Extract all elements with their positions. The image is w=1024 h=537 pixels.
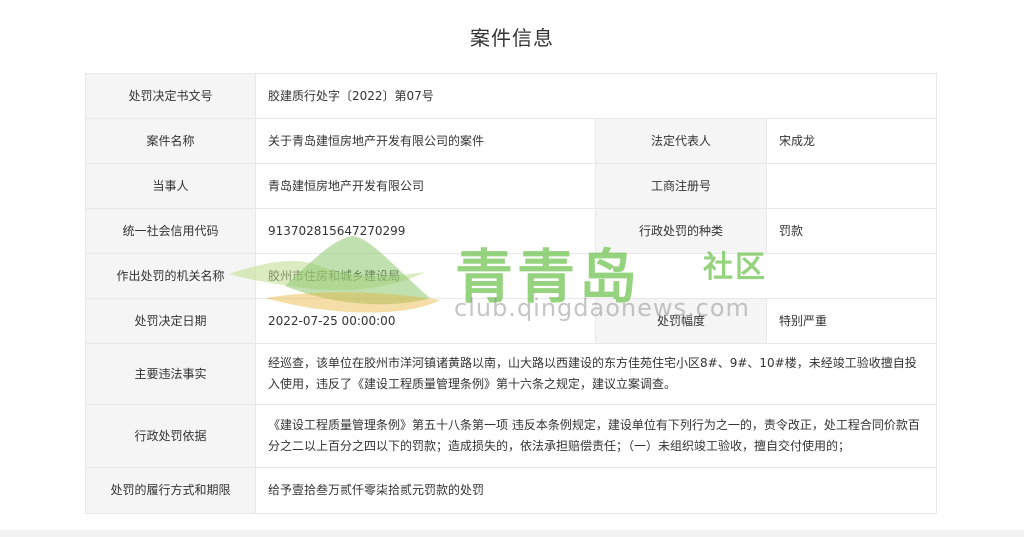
row-decision-date: 处罚决定日期 2022-07-25 00:00:00 处罚幅度 特别严重: [85, 298, 938, 344]
decision-date-label: 处罚决定日期: [85, 298, 256, 344]
decision-no-value: 胶建质行处字〔2022〕第07号: [254, 73, 938, 119]
basis-value: 《建设工程质量管理条例》第五十八条第一项 违反本条例规定，建设单位有下列行为之一…: [254, 404, 938, 468]
biz-reg-value: [765, 163, 938, 209]
execution-value: 给予壹拾叁万贰仟零柒拾贰元罚款的处罚: [254, 467, 938, 514]
row-authority: 作出处罚的机关名称 胶州市住房和城乡建设局: [85, 253, 938, 299]
row-facts: 主要违法事实 经巡查，该单位在胶州市洋河镇诸黄路以南，山大路以西建设的东方佳苑住…: [85, 343, 938, 405]
legal-rep-value: 宋成龙: [765, 118, 938, 164]
penalty-range-label: 处罚幅度: [595, 298, 767, 344]
page-title: 案件信息: [470, 26, 554, 50]
facts-value: 经巡查，该单位在胶州市洋河镇诸黄路以南，山大路以西建设的东方佳苑住宅小区8#、9…: [254, 343, 938, 405]
credit-code-label: 统一社会信用代码: [85, 208, 256, 254]
party-value: 青岛建恒房地产开发有限公司: [255, 163, 596, 209]
row-party: 当事人 青岛建恒房地产开发有限公司 工商注册号: [85, 163, 938, 209]
authority-label: 作出处罚的机关名称: [85, 253, 256, 299]
biz-reg-label: 工商注册号: [595, 163, 767, 209]
case-name-value: 关于青岛建恒房地产开发有限公司的案件: [255, 118, 596, 164]
row-execution: 处罚的履行方式和期限 给予壹拾叁万贰仟零柒拾贰元罚款的处罚: [85, 467, 938, 514]
credit-code-value: 913702815647270299: [255, 208, 596, 254]
party-label: 当事人: [85, 163, 256, 209]
legal-rep-label: 法定代表人: [595, 118, 767, 164]
basis-label: 行政处罚依据: [85, 404, 256, 468]
execution-label: 处罚的履行方式和期限: [85, 467, 256, 514]
facts-label: 主要违法事实: [85, 343, 256, 405]
penalty-range-value: 特别严重: [765, 298, 938, 344]
decision-no-label: 处罚决定书文号: [85, 73, 256, 119]
authority-value: 胶州市住房和城乡建设局: [254, 253, 938, 299]
penalty-type-label: 行政处罚的种类: [595, 208, 767, 254]
row-basis: 行政处罚依据 《建设工程质量管理条例》第五十八条第一项 违反本条例规定，建设单位…: [85, 404, 938, 468]
case-info-table: 处罚决定书文号 胶建质行处字〔2022〕第07号 案件名称 关于青岛建恒房地产开…: [85, 73, 938, 514]
row-decision-no: 处罚决定书文号 胶建质行处字〔2022〕第07号: [85, 73, 938, 119]
row-credit-code: 统一社会信用代码 913702815647270299 行政处罚的种类 罚款: [85, 208, 938, 254]
case-name-label: 案件名称: [85, 118, 256, 164]
bottom-band: [0, 530, 1024, 537]
row-case-name: 案件名称 关于青岛建恒房地产开发有限公司的案件 法定代表人 宋成龙: [85, 118, 938, 164]
decision-date-value: 2022-07-25 00:00:00: [255, 298, 596, 344]
penalty-type-value: 罚款: [765, 208, 938, 254]
